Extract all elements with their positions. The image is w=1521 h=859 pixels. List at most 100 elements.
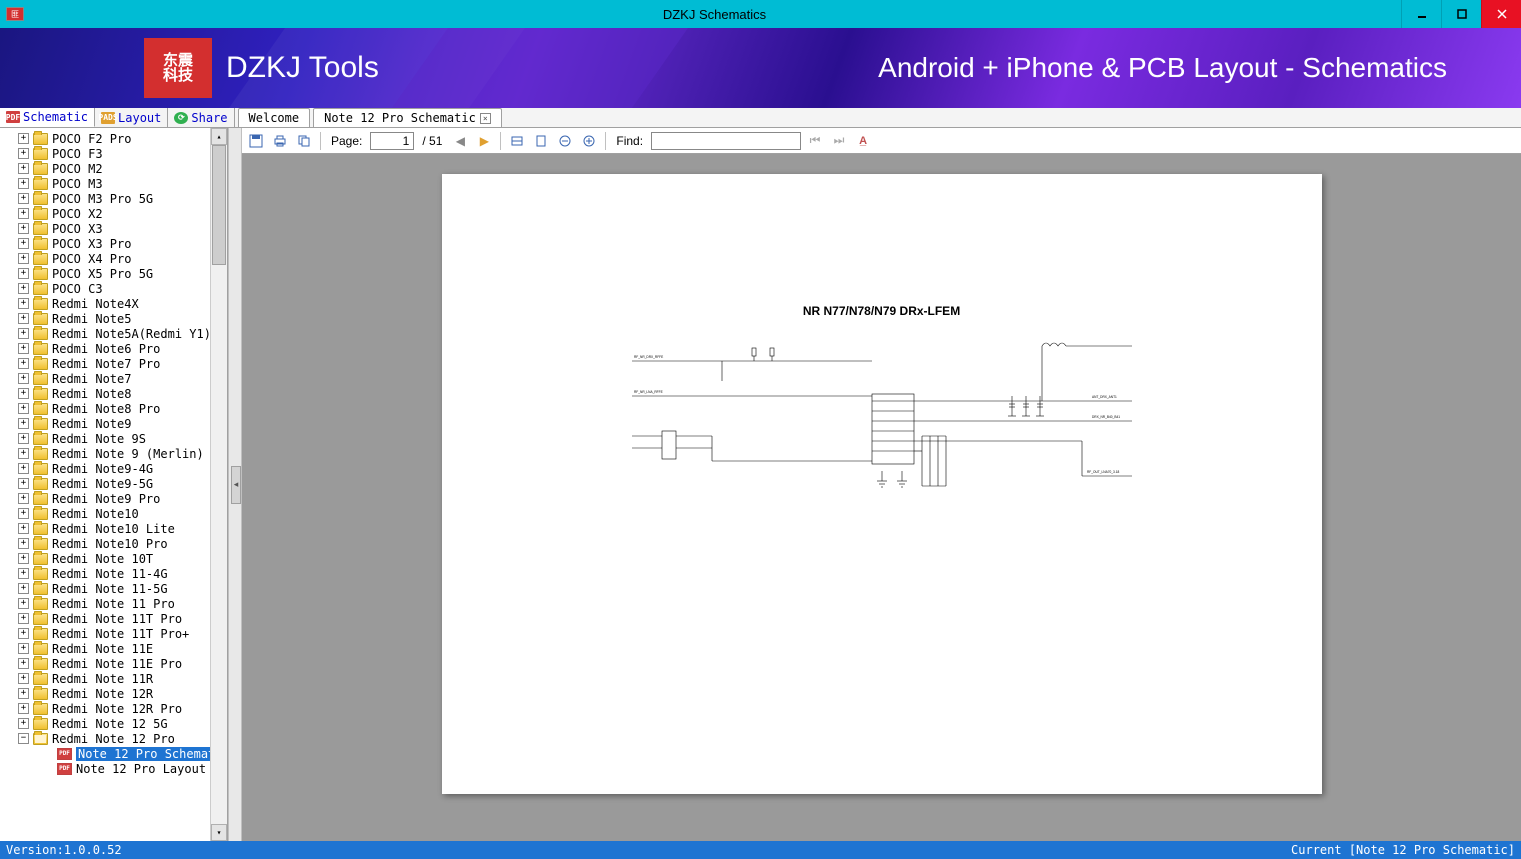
tree-folder[interactable]: +Redmi Note9-4G xyxy=(0,461,227,476)
fit-page-button[interactable] xyxy=(531,131,551,151)
expand-icon[interactable]: + xyxy=(18,313,29,324)
tree-folder[interactable]: +Redmi Note 11 Pro xyxy=(0,596,227,611)
collapse-icon[interactable]: − xyxy=(18,733,29,744)
expand-icon[interactable]: + xyxy=(18,553,29,564)
tree-folder[interactable]: +Redmi Note9 Pro xyxy=(0,491,227,506)
tree-folder[interactable]: +Redmi Note 10T xyxy=(0,551,227,566)
tree-folder[interactable]: +Redmi Note9-5G xyxy=(0,476,227,491)
expand-icon[interactable]: + xyxy=(18,373,29,384)
expand-icon[interactable]: + xyxy=(18,268,29,279)
expand-icon[interactable]: + xyxy=(18,403,29,414)
print-button[interactable] xyxy=(270,131,290,151)
tree-folder-expanded[interactable]: −Redmi Note 12 Pro xyxy=(0,731,227,746)
tree-folder[interactable]: +Redmi Note 11-4G xyxy=(0,566,227,581)
tree-folder[interactable]: +Redmi Note4X xyxy=(0,296,227,311)
tree-folder[interactable]: +Redmi Note 11R xyxy=(0,671,227,686)
tree-folder[interactable]: +POCO F2 Pro xyxy=(0,131,227,146)
expand-icon[interactable]: + xyxy=(18,523,29,534)
expand-icon[interactable]: + xyxy=(18,703,29,714)
expand-icon[interactable]: + xyxy=(18,163,29,174)
zoom-out-button[interactable] xyxy=(555,131,575,151)
tree-folder[interactable]: +Redmi Note 11E Pro xyxy=(0,656,227,671)
expand-icon[interactable]: + xyxy=(18,283,29,294)
copy-button[interactable] xyxy=(294,131,314,151)
expand-icon[interactable]: + xyxy=(18,448,29,459)
expand-icon[interactable]: + xyxy=(18,238,29,249)
minimize-button[interactable] xyxy=(1401,0,1441,28)
expand-icon[interactable]: + xyxy=(18,178,29,189)
expand-icon[interactable]: + xyxy=(18,223,29,234)
expand-icon[interactable]: + xyxy=(18,568,29,579)
tree-folder[interactable]: +Redmi Note 11E xyxy=(0,641,227,656)
doc-tab-current[interactable]: Note 12 Pro Schematic × xyxy=(313,108,502,127)
tree-folder[interactable]: +Redmi Note7 Pro xyxy=(0,356,227,371)
tree-file[interactable]: PDFNote 12 Pro Schematic xyxy=(0,746,227,761)
expand-icon[interactable]: + xyxy=(18,493,29,504)
tree-folder[interactable]: +Redmi Note5 xyxy=(0,311,227,326)
expand-icon[interactable]: + xyxy=(18,253,29,264)
tab-schematic[interactable]: PDF Schematic xyxy=(0,108,95,127)
doc-tab-welcome[interactable]: Welcome xyxy=(238,108,311,127)
expand-icon[interactable]: + xyxy=(18,133,29,144)
scroll-down-button[interactable]: ▾ xyxy=(211,824,227,841)
close-icon[interactable]: × xyxy=(480,113,491,124)
expand-icon[interactable]: + xyxy=(18,718,29,729)
expand-icon[interactable]: + xyxy=(18,628,29,639)
tab-share[interactable]: ⟳ Share xyxy=(168,108,234,127)
next-page-button[interactable]: ▶ xyxy=(474,131,494,151)
expand-icon[interactable]: + xyxy=(18,643,29,654)
zoom-in-button[interactable] xyxy=(579,131,599,151)
pdf-viewer[interactable]: NR N77/N78/N79 DRx-LFEM RF_NR_DRX_RFFERF… xyxy=(242,154,1521,841)
expand-icon[interactable]: + xyxy=(18,208,29,219)
find-prev-button[interactable]: ⏮ xyxy=(805,131,825,151)
tree-folder[interactable]: +Redmi Note7 xyxy=(0,371,227,386)
expand-icon[interactable]: + xyxy=(18,613,29,624)
tab-layout[interactable]: PADS Layout xyxy=(95,108,168,127)
tree-folder[interactable]: +Redmi Note 12R Pro xyxy=(0,701,227,716)
expand-icon[interactable]: + xyxy=(18,298,29,309)
fit-width-button[interactable] xyxy=(507,131,527,151)
tree-folder[interactable]: +Redmi Note10 Lite xyxy=(0,521,227,536)
tree-folder[interactable]: +POCO X4 Pro xyxy=(0,251,227,266)
tree-file[interactable]: PDFNote 12 Pro Layout xyxy=(0,761,227,776)
save-button[interactable] xyxy=(246,131,266,151)
find-next-button[interactable]: ⏭ xyxy=(829,131,849,151)
expand-icon[interactable]: + xyxy=(18,598,29,609)
tree-folder[interactable]: +Redmi Note8 Pro xyxy=(0,401,227,416)
tree-folder[interactable]: +Redmi Note10 xyxy=(0,506,227,521)
page-input[interactable] xyxy=(370,132,414,150)
tree-folder[interactable]: +POCO X5 Pro 5G xyxy=(0,266,227,281)
tree-folder[interactable]: +Redmi Note5A(Redmi Y1) xyxy=(0,326,227,341)
expand-icon[interactable]: + xyxy=(18,478,29,489)
tree-folder[interactable]: +Redmi Note8 xyxy=(0,386,227,401)
text-tool-button[interactable]: A̲ xyxy=(853,131,873,151)
tree-folder[interactable]: +Redmi Note 11T Pro xyxy=(0,611,227,626)
expand-icon[interactable]: + xyxy=(18,148,29,159)
tree-folder[interactable]: +Redmi Note 9S xyxy=(0,431,227,446)
find-input[interactable] xyxy=(651,132,801,150)
tree-folder[interactable]: +Redmi Note 12 5G xyxy=(0,716,227,731)
prev-page-button[interactable]: ◀ xyxy=(450,131,470,151)
expand-icon[interactable]: + xyxy=(18,688,29,699)
expand-icon[interactable]: + xyxy=(18,388,29,399)
expand-icon[interactable]: + xyxy=(18,673,29,684)
tree-folder[interactable]: +Redmi Note10 Pro xyxy=(0,536,227,551)
tree-folder[interactable]: +POCO M2 xyxy=(0,161,227,176)
expand-icon[interactable]: + xyxy=(18,358,29,369)
expand-icon[interactable]: + xyxy=(18,583,29,594)
tree-folder[interactable]: +POCO M3 xyxy=(0,176,227,191)
maximize-button[interactable] xyxy=(1441,0,1481,28)
tree-folder[interactable]: +POCO X3 xyxy=(0,221,227,236)
tree-folder[interactable]: +POCO X3 Pro xyxy=(0,236,227,251)
tree-folder[interactable]: +POCO X2 xyxy=(0,206,227,221)
close-button[interactable] xyxy=(1481,0,1521,28)
scroll-thumb[interactable] xyxy=(212,145,226,265)
scroll-up-button[interactable]: ▴ xyxy=(211,128,227,145)
sidebar-scrollbar[interactable]: ▴ ▾ xyxy=(210,128,227,841)
tree-folder[interactable]: +POCO C3 xyxy=(0,281,227,296)
expand-icon[interactable]: + xyxy=(18,658,29,669)
tree-folder[interactable]: +Redmi Note 9 (Merlin) xyxy=(0,446,227,461)
tree-folder[interactable]: +POCO M3 Pro 5G xyxy=(0,191,227,206)
expand-icon[interactable]: + xyxy=(18,193,29,204)
expand-icon[interactable]: + xyxy=(18,538,29,549)
